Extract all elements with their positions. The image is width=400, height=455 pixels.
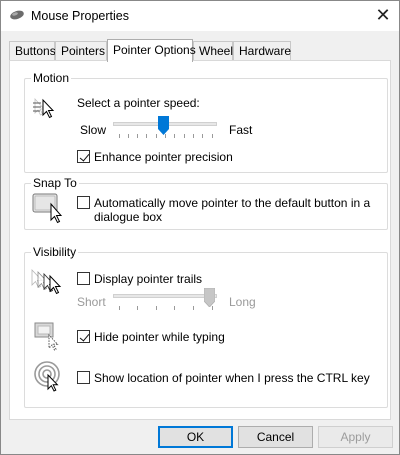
slider-tick bbox=[174, 134, 175, 138]
pointer-trail-length-slider[interactable] bbox=[113, 286, 219, 312]
slider-tick bbox=[212, 134, 213, 138]
snap-to-group-title: Snap To bbox=[31, 175, 79, 191]
visibility-group-title: Visibility bbox=[31, 244, 79, 260]
snap-to-group: Snap To Automatically move pointer to th… bbox=[24, 175, 388, 230]
enhance-precision-checkbox[interactable] bbox=[77, 150, 90, 163]
pointer-trails-icon bbox=[29, 267, 69, 300]
pointer-speed-icon bbox=[33, 97, 59, 124]
mouse-icon bbox=[9, 9, 25, 24]
slider-tick bbox=[193, 134, 194, 138]
hide-pointer-icon bbox=[33, 321, 65, 354]
pointer-trails-checkbox[interactable] bbox=[77, 272, 90, 285]
pointer-speed-slider[interactable] bbox=[113, 114, 219, 142]
slider-tick bbox=[137, 134, 138, 138]
slider-tick bbox=[146, 134, 147, 138]
hide-pointer-label: Hide pointer while typing bbox=[94, 330, 225, 344]
tab-hardware[interactable]: Hardware bbox=[233, 41, 291, 61]
snap-to-label-line2: dialogue box bbox=[94, 210, 163, 224]
enhance-precision-label: Enhance pointer precision bbox=[94, 150, 233, 164]
visibility-group: Visibility Display pointer trails Short bbox=[24, 244, 388, 408]
slider-tick bbox=[137, 306, 138, 310]
motion-group: Motion Select a pointer speed: Slow Fast… bbox=[24, 70, 388, 173]
slider-tick bbox=[119, 306, 120, 310]
window-title: Mouse Properties bbox=[31, 9, 129, 23]
tab-wheel[interactable]: Wheel bbox=[193, 41, 233, 61]
hide-pointer-checkbox[interactable] bbox=[77, 330, 90, 343]
slider-tick bbox=[202, 134, 203, 138]
pointer-speed-prompt: Select a pointer speed: bbox=[77, 96, 200, 110]
snap-to-label-line1: Automatically move pointer to the defaul… bbox=[94, 196, 371, 210]
apply-button[interactable]: Apply bbox=[318, 426, 393, 448]
snap-to-checkbox[interactable] bbox=[77, 196, 90, 209]
cancel-button[interactable]: Cancel bbox=[238, 426, 313, 448]
trail-length-track bbox=[113, 294, 217, 298]
title-bar: Mouse Properties ✕ bbox=[1, 1, 399, 31]
show-location-checkbox[interactable] bbox=[77, 371, 90, 384]
pointer-location-icon bbox=[33, 360, 65, 395]
snap-to-button-icon bbox=[31, 192, 67, 227]
pointer-trails-label: Display pointer trails bbox=[94, 272, 203, 286]
slider-tick bbox=[119, 134, 120, 138]
pointer-options-panel: Motion Select a pointer speed: Slow Fast… bbox=[9, 60, 391, 420]
close-icon[interactable]: ✕ bbox=[367, 1, 399, 31]
fast-label: Fast bbox=[229, 123, 253, 137]
slider-tick bbox=[184, 134, 185, 138]
slow-label: Slow bbox=[80, 123, 107, 137]
ok-button[interactable]: OK bbox=[158, 426, 233, 448]
pointer-speed-thumb[interactable] bbox=[158, 116, 169, 138]
slider-tick bbox=[156, 306, 157, 310]
show-location-label: Show location of pointer when I press th… bbox=[94, 371, 370, 385]
motion-group-title: Motion bbox=[31, 70, 72, 86]
slider-tick bbox=[174, 306, 175, 310]
trail-short-label: Short bbox=[77, 295, 106, 309]
tab-buttons[interactable]: Buttons bbox=[9, 41, 56, 61]
trail-long-label: Long bbox=[229, 295, 256, 309]
tab-pointers[interactable]: Pointers bbox=[55, 41, 107, 61]
slider-tick bbox=[156, 134, 157, 138]
slider-tick bbox=[128, 134, 129, 138]
slider-tick bbox=[193, 306, 194, 310]
trail-length-thumb[interactable] bbox=[203, 287, 216, 310]
tab-pointer-options[interactable]: Pointer Options bbox=[107, 39, 196, 62]
mouse-properties-window: Mouse Properties ✕ Buttons Pointers Poin… bbox=[0, 0, 400, 455]
